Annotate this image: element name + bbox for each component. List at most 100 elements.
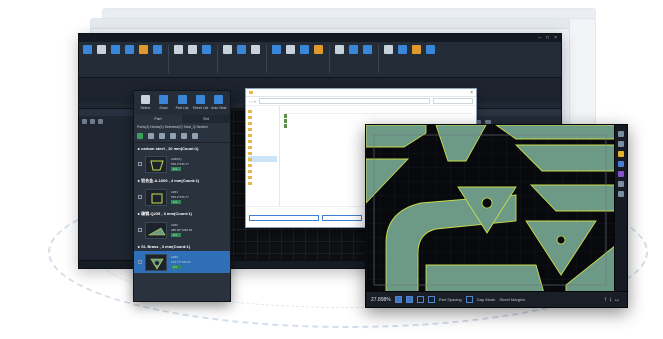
delete-icon[interactable] <box>170 133 176 139</box>
close-icon[interactable] <box>618 131 624 137</box>
add-part-icon[interactable] <box>137 133 143 139</box>
list-icon <box>177 95 187 104</box>
part-list-item[interactable]: A##2 385.00*1098.95 0/1 <box>134 219 230 241</box>
nesting-view-window[interactable]: 27.898% Part Spacing Gap Mode Sheet Marg… <box>365 124 628 308</box>
ribbon-button[interactable] <box>109 45 122 54</box>
ribbon-button[interactable] <box>81 45 94 54</box>
ribbon-button[interactable] <box>137 45 150 54</box>
part-summary: Parts(4) Nests(4) Selected(0) Total_Q Ne… <box>137 125 208 129</box>
left-panel-header <box>79 109 136 116</box>
tab-sheet[interactable]: Sht <box>182 115 230 123</box>
ribbon-button[interactable] <box>410 45 423 54</box>
ribbon-button[interactable] <box>172 45 185 54</box>
gap-mode-label[interactable]: Gap Mode <box>477 297 496 302</box>
part-list-item[interactable]: A##0(1) 595.2*335.77 0/1 <box>134 153 230 175</box>
ribbon-button[interactable] <box>151 45 164 54</box>
ribbon-button[interactable] <box>123 45 136 54</box>
checkbox[interactable] <box>138 195 142 199</box>
layer-icon[interactable] <box>618 141 624 147</box>
gap-mode-toggle[interactable] <box>465 296 473 303</box>
part-spacing-label[interactable]: Part Spacing <box>439 297 462 302</box>
view-mode-icon[interactable] <box>405 296 413 303</box>
quantity-badge: 0/1 <box>171 200 181 204</box>
ribbon-button[interactable] <box>200 45 213 54</box>
search-input[interactable] <box>433 98 473 104</box>
checkbox[interactable] <box>138 228 142 232</box>
ribbon-button[interactable] <box>382 45 395 54</box>
sheet-icon <box>195 95 205 104</box>
close-icon[interactable]: × <box>554 35 557 41</box>
view-mode-icon[interactable] <box>416 296 424 303</box>
ribbon-button[interactable] <box>186 45 199 54</box>
zoom-level[interactable]: 27.898% <box>371 297 391 303</box>
cursor-icon <box>140 95 150 104</box>
material-group-header[interactable]: ▸ 碳钢-Q235 , 3 mm(Count:1) <box>134 208 230 219</box>
quantity-badge: 0/1 <box>171 265 181 269</box>
tool-icon[interactable] <box>618 191 624 197</box>
tool-icon[interactable] <box>618 181 624 187</box>
color-swatch-icon[interactable] <box>618 161 624 167</box>
checkbox[interactable] <box>138 162 142 166</box>
filename-input[interactable] <box>249 214 319 221</box>
nest-icon <box>214 95 224 104</box>
quantity-badge: 0/1 <box>171 167 181 171</box>
filetype-select[interactable] <box>322 214 362 221</box>
settings-icon[interactable] <box>159 133 165 139</box>
checkbox[interactable] <box>138 260 142 264</box>
dialog-title-bar: × <box>246 89 476 97</box>
minimize-icon[interactable]: – <box>538 35 541 41</box>
path-field[interactable] <box>259 98 430 104</box>
part-thumbnail <box>145 221 167 239</box>
grid-icon[interactable] <box>181 133 187 139</box>
nesting-status-bar: 27.898% Part Spacing Gap Mode Sheet Marg… <box>366 291 627 307</box>
direction-arrows-icon[interactable]: ↑↓↔ <box>604 297 622 303</box>
ribbon-button[interactable] <box>298 45 311 54</box>
cursor-icon[interactable] <box>148 133 154 139</box>
close-icon[interactable]: × <box>470 90 473 96</box>
tool-icon[interactable] <box>90 119 95 124</box>
nav-arrows-icon[interactable]: ‹ › ˄ <box>249 99 256 104</box>
part-list-item-selected[interactable]: A##3 135.77*130.04 0/1 <box>134 251 230 273</box>
ribbon-button[interactable] <box>270 45 283 54</box>
tab-part[interactable]: Part <box>134 115 182 123</box>
sheet-list-button[interactable]: Sheet List <box>191 95 209 115</box>
folder-icon <box>249 91 253 94</box>
ribbon-button[interactable] <box>221 45 234 54</box>
menu-icon[interactable] <box>192 133 198 139</box>
part-panel-toolbar: Select Draw Part List Sheet List Auto Ne… <box>134 91 230 115</box>
sheet-margins-label[interactable]: Sheet Margins <box>499 297 525 302</box>
select-button[interactable]: Select <box>136 95 154 115</box>
part-thumbnail <box>145 188 167 206</box>
ribbon-button[interactable] <box>95 45 108 54</box>
draw-button[interactable]: Draw <box>154 95 172 115</box>
nesting-canvas[interactable] <box>366 125 616 293</box>
part-panel-tabs: Part Sht <box>134 115 230 123</box>
ribbon-button[interactable] <box>312 45 325 54</box>
ribbon-button[interactable] <box>347 45 360 54</box>
tree-item[interactable] <box>248 180 277 186</box>
tool-icon[interactable] <box>82 119 87 124</box>
view-mode-icon[interactable] <box>427 296 435 303</box>
material-group-header[interactable]: ▸ 铝合金-A-1000 , 4 mm(Count:1) <box>134 175 230 186</box>
ribbon-button[interactable] <box>249 45 262 54</box>
folder-tree <box>246 106 280 206</box>
material-group-header[interactable]: ▸ SI- Brass , 3 mm(Count:1) <box>134 241 230 251</box>
part-list-button[interactable]: Part List <box>173 95 191 115</box>
draw-icon <box>159 95 169 104</box>
ribbon-button[interactable] <box>424 45 437 54</box>
color-swatch-icon[interactable] <box>618 171 624 177</box>
ribbon-button[interactable] <box>396 45 409 54</box>
ribbon-button[interactable] <box>235 45 248 54</box>
auto-nest-button[interactable]: Auto Nest <box>210 95 228 115</box>
material-group-header[interactable]: ▸ carbon steel , 10 mm(Count:1) <box>134 143 230 153</box>
maximize-icon[interactable]: □ <box>546 35 549 41</box>
nesting-side-toolbar <box>614 125 627 293</box>
view-mode-icon[interactable] <box>394 296 402 303</box>
ribbon-button[interactable] <box>284 45 297 54</box>
part-list-item[interactable]: A##1 595.2*335.77 0/1 <box>134 186 230 208</box>
quantity-badge: 0/1 <box>171 233 181 237</box>
color-swatch-icon[interactable] <box>618 151 624 157</box>
ribbon-button[interactable] <box>333 45 346 54</box>
tool-icon[interactable] <box>98 119 103 124</box>
ribbon-button[interactable] <box>361 45 374 54</box>
